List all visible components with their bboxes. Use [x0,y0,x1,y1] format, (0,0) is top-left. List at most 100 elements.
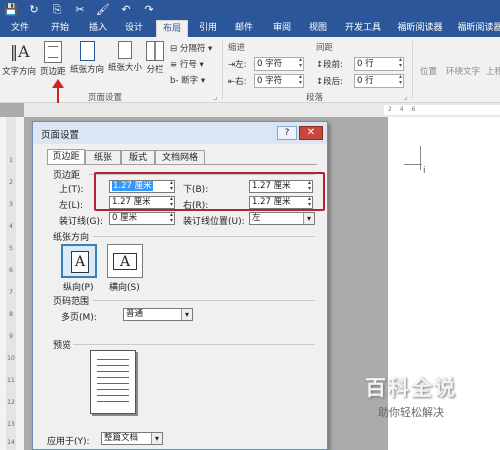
gutter-position-label: 装订线位置(U): [183,217,245,227]
vertical-ruler: 1 2 3 4 5 6 7 8 9 10 11 12 13 14 [0,117,24,450]
tab-document-grid[interactable]: 文档网格 [155,150,205,165]
indent-header: 缩进 [228,43,246,53]
tab-review[interactable]: 审阅 [268,20,296,37]
margin-corner-mark [420,146,421,170]
ruler-number: 3 [9,201,13,208]
redo-icon[interactable]: ↷ [142,3,156,17]
portrait-label: 纵向(P) [63,283,94,293]
page-setup-dialog: 页面设置 ? ✕ 页边距 纸张 版式 文档网格 页边距 上(T): 1.27 厘… [32,121,328,450]
apply-to-label: 应用于(Y): [47,437,90,447]
ruler-number: 13 [7,421,15,428]
gutter-position-select[interactable]: 左 [249,212,315,225]
dialog-title-bar: 页面设置 ? ✕ [33,122,327,144]
gutter-label: 装订线(G): [59,217,104,227]
annotation-highlight-box [94,172,325,211]
section-divider [93,300,315,301]
left-margin-label: 左(L): [59,201,84,211]
position-button[interactable]: 位置 [420,65,437,77]
margins-section-title: 页边距 [53,171,81,181]
text-direction-button[interactable]: ‖A 文字方向 [2,41,36,77]
watermark: 百科全说 助你轻松解决 [336,372,486,420]
wrap-text-button[interactable]: 环绕文字 [446,65,480,77]
landscape-button[interactable]: A [107,244,143,278]
ruler-number: 1 [9,157,13,164]
margins-icon [43,41,62,63]
portrait-icon: A [71,251,89,273]
quick-access-toolbar: 💾 ↻ ⎘ ✂ 🖌 ↶ ↷ [4,3,156,17]
watermark-title: 百科全说 [365,376,457,400]
ruler-number: 4 [9,223,13,230]
orientation-section-title: 纸张方向 [53,233,90,243]
portrait-button[interactable]: A [61,244,97,278]
ruler-number: 12 [7,399,15,406]
multiple-pages-select[interactable]: 普通 [123,308,193,321]
section-divider [73,344,315,345]
multiple-pages-label: 多页(M): [61,313,97,323]
apply-to-select[interactable]: 整篇文档 [101,432,163,445]
tab-developer[interactable]: 开发工具 [340,20,386,37]
tab-home[interactable]: 开始 [46,20,74,37]
section-divider [93,236,315,237]
orientation-button[interactable]: 纸张方向 [70,41,104,75]
indent-right-label: ⇤右: [228,77,247,87]
gutter-input[interactable]: 0 厘米 [109,212,175,225]
page-setup-group-label: 页面设置 [88,93,123,103]
hyphenation-button[interactable]: b- 断字 ▾ [170,74,205,86]
group-separator [412,41,413,99]
text-direction-icon: ‖A [10,42,30,61]
bring-forward-button[interactable]: 上移 [486,65,500,77]
tab-paper[interactable]: 纸张 [85,150,121,165]
format-painter-icon[interactable]: 🖌 [96,3,110,17]
spacing-after-label: ↕段后: [316,77,343,87]
tab-mailings[interactable]: 邮件 [230,20,258,37]
page-preview [90,350,136,414]
columns-icon [146,41,164,61]
copy-icon[interactable]: ⎘ [50,3,64,17]
columns-button[interactable]: 分栏 [146,41,164,75]
watermark-subtitle: 助你轻松解决 [378,406,444,419]
size-button[interactable]: 纸张大小 [108,41,142,73]
tab-references[interactable]: 引用 [194,20,222,37]
ribbon-tabs: 文件 开始 插入 设计 布局 引用 邮件 审阅 视图 开发工具 福昕阅读器 福昕… [0,20,500,37]
indent-left-input[interactable]: 0 字符 [254,57,304,71]
indent-right-input[interactable]: 0 字符 [254,74,304,88]
close-button[interactable]: ✕ [299,126,323,140]
ruler-number: 14 [7,439,15,446]
pages-section-title: 页码范围 [53,297,90,307]
margins-button[interactable]: 页边距 [40,41,66,77]
paper-size-icon [118,41,132,59]
margin-corner-mark [404,164,422,165]
line-numbers-button[interactable]: ≡ 行号 ▾ [170,58,204,70]
paragraph-launcher-icon[interactable]: ⌟ [404,93,407,101]
spacing-header: 间距 [316,43,334,53]
preview-section-title: 预览 [53,341,72,351]
tab-insert[interactable]: 插入 [84,20,112,37]
save-icon[interactable]: 💾 [4,3,18,17]
help-button[interactable]: ? [277,126,297,140]
ruler-page-area: 2 4 6 [384,105,500,115]
horizontal-ruler: 2 4 6 [24,103,500,117]
breaks-button[interactable]: ⊟ 分隔符 ▾ [170,42,212,54]
page-setup-launcher-icon[interactable]: ⌟ [214,93,217,101]
tab-foxit-2[interactable]: 福昕阅读器 [454,20,500,37]
cut-icon[interactable]: ✂ [73,3,87,17]
paragraph-group-label: 段落 [306,93,324,103]
tab-file[interactable]: 文件 [6,20,34,37]
hyphenation-icon: b- [170,76,179,86]
tab-view[interactable]: 视图 [304,20,332,37]
dialog-title: 页面设置 [41,130,80,141]
tab-layout-options[interactable]: 版式 [121,150,155,165]
tab-foxit-1[interactable]: 福昕阅读器 [394,20,446,37]
tab-margins[interactable]: 页边距 [47,149,85,165]
top-margin-label: 上(T): [59,185,84,195]
title-bar: 💾 ↻ ⎘ ✂ 🖌 ↶ ↷ [0,0,500,20]
ruler-number: 11 [7,377,15,384]
ruler-number: 8 [9,311,13,318]
undo-icon[interactable]: ↶ [119,3,133,17]
tab-design[interactable]: 设计 [120,20,148,37]
text-cursor: ⅰ [423,166,426,176]
tab-layout[interactable]: 布局 [156,20,188,37]
spacing-before-input[interactable]: 0 行 [354,57,404,71]
autosave-icon[interactable]: ↻ [27,3,41,17]
spacing-after-input[interactable]: 0 行 [354,74,404,88]
